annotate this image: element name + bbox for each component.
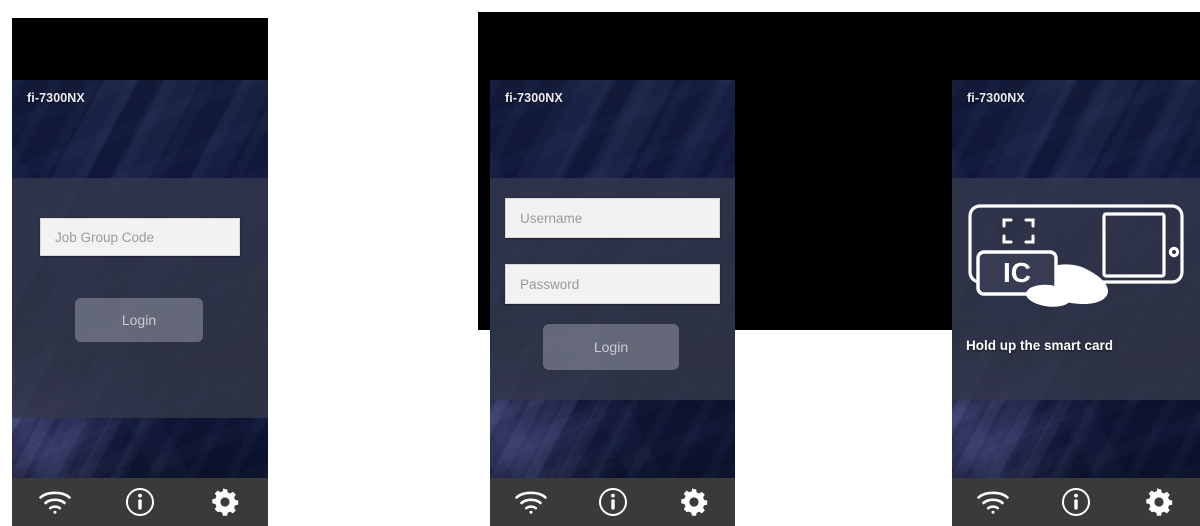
login-button[interactable]: Login: [543, 324, 679, 370]
info-button[interactable]: [97, 478, 182, 526]
settings-button[interactable]: [183, 478, 268, 526]
login-button[interactable]: Login: [75, 298, 203, 342]
wifi-button[interactable]: [490, 478, 572, 526]
gear-icon: [1143, 486, 1175, 518]
info-icon: [125, 487, 155, 517]
wifi-button[interactable]: [12, 478, 97, 526]
info-icon: [1061, 487, 1091, 517]
panel-job-group-login: fi-7300NX Job Group Code Login: [12, 80, 268, 526]
info-button[interactable]: [572, 478, 654, 526]
info-icon: [598, 487, 628, 517]
settings-button[interactable]: [653, 478, 735, 526]
username-input[interactable]: Username: [505, 198, 720, 238]
job-group-code-input[interactable]: Job Group Code: [40, 218, 240, 256]
wifi-button[interactable]: [952, 478, 1035, 526]
smart-card-reader-illustration: IC: [964, 190, 1188, 310]
smart-card-hint-text: Hold up the smart card: [966, 338, 1114, 353]
info-button[interactable]: [1035, 478, 1118, 526]
wifi-icon: [38, 489, 72, 515]
bottom-toolbar: [952, 478, 1200, 526]
bottom-toolbar: [12, 478, 268, 526]
panel-smart-card-login: fi-7300NX IC Hold up the smart card: [952, 80, 1200, 526]
panel-username-password-login: fi-7300NX Username Password Login: [490, 80, 735, 526]
wifi-icon: [514, 489, 548, 515]
settings-button[interactable]: [1117, 478, 1200, 526]
password-input[interactable]: Password: [505, 264, 720, 304]
gear-icon: [678, 486, 710, 518]
bottom-toolbar: [490, 478, 735, 526]
ic-card-label: IC: [1003, 257, 1031, 288]
backdrop-plate-left: [12, 18, 268, 80]
wifi-icon: [976, 489, 1010, 515]
gear-icon: [209, 486, 241, 518]
